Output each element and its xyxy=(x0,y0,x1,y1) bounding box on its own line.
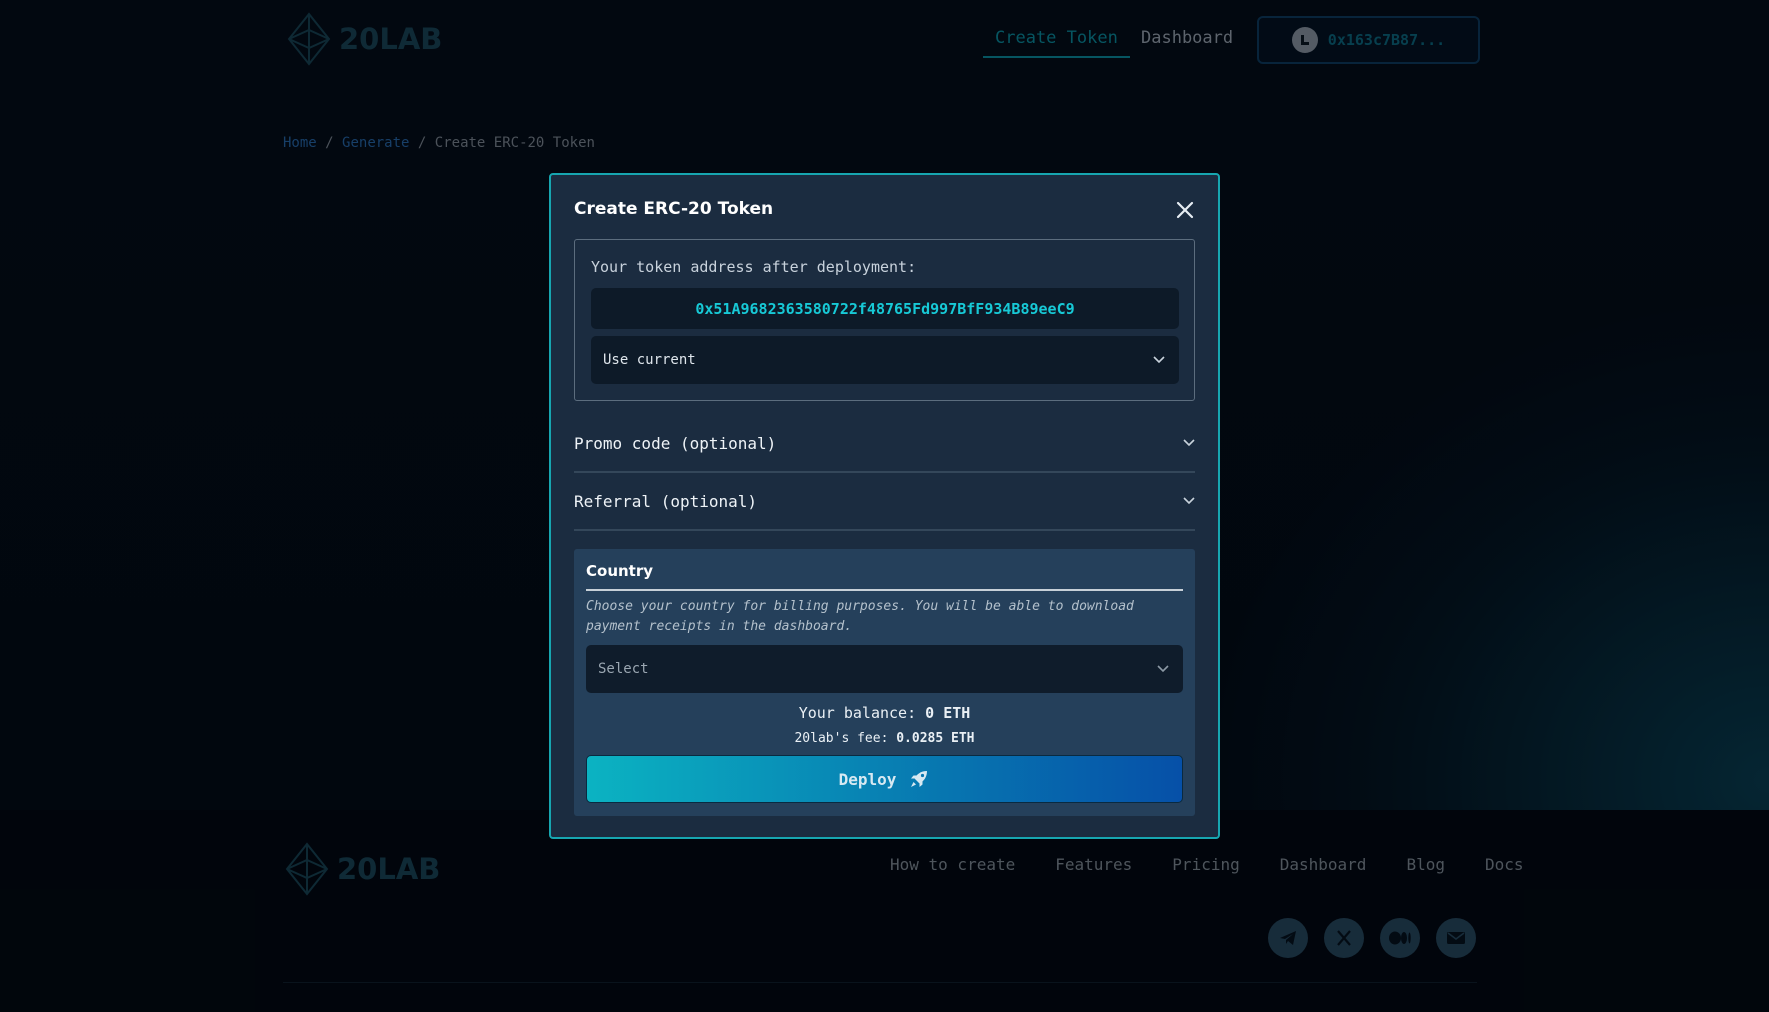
token-address-label: Your token address after deployment: xyxy=(591,258,917,276)
fee-line: 20lab's fee: 0.0285 ETH xyxy=(574,731,1195,746)
rocket-icon xyxy=(911,771,928,787)
country-select-placeholder: Select xyxy=(598,661,649,677)
address-mode-select[interactable]: Use current xyxy=(591,336,1179,384)
create-token-modal: Create ERC-20 Token Your token address a… xyxy=(549,173,1220,839)
address-mode-value: Use current xyxy=(603,352,696,368)
balance-value: 0 ETH xyxy=(925,704,971,722)
token-address-value: 0x51A9682363580722f48765Fd997BfF934B89ee… xyxy=(591,288,1179,329)
balance-label: Your balance: xyxy=(798,704,917,722)
chevron-down-icon xyxy=(1183,439,1195,447)
fee-value: 0.0285 ETH xyxy=(896,731,975,746)
referral-label: Referral (optional) xyxy=(574,491,758,511)
balance-line: Your balance: 0 ETH xyxy=(574,704,1195,722)
promo-code-accordion[interactable]: Promo code (optional) xyxy=(574,415,1195,473)
close-icon[interactable] xyxy=(1172,197,1198,223)
country-help-text: Choose your country for billing purposes… xyxy=(586,599,1134,634)
promo-code-label: Promo code (optional) xyxy=(574,433,777,453)
country-title: Country xyxy=(586,562,1183,591)
country-card: Country Choose your country for billing … xyxy=(574,549,1195,816)
chevron-down-icon xyxy=(1157,665,1169,673)
chevron-down-icon xyxy=(1153,356,1165,364)
country-select[interactable]: Select xyxy=(586,645,1183,693)
deploy-button[interactable]: Deploy xyxy=(586,755,1183,803)
fee-label: 20lab's fee: xyxy=(794,731,889,746)
token-address-panel: Your token address after deployment: 0x5… xyxy=(574,239,1195,401)
chevron-down-icon xyxy=(1183,497,1195,505)
modal-title: Create ERC-20 Token xyxy=(574,199,774,219)
deploy-label: Deploy xyxy=(838,769,897,789)
referral-accordion[interactable]: Referral (optional) xyxy=(574,473,1195,531)
